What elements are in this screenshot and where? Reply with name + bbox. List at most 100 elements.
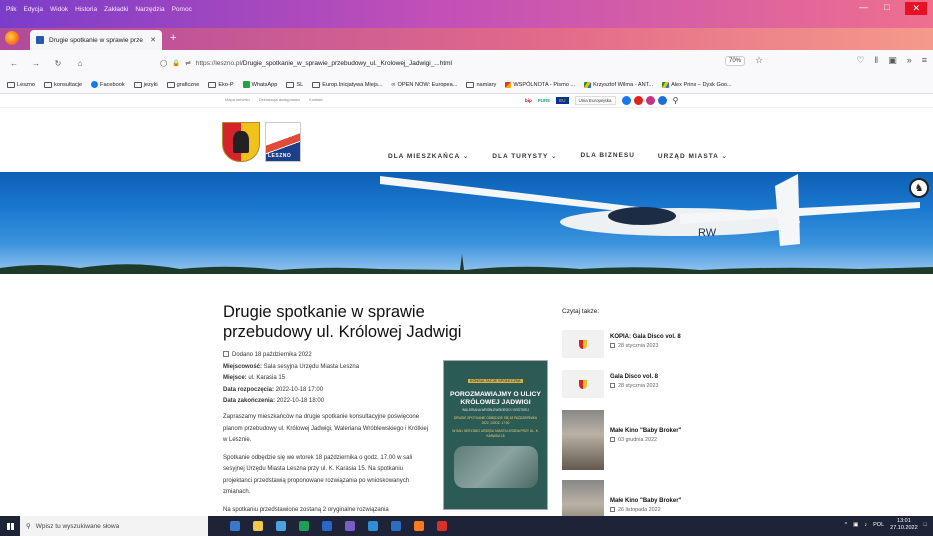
bookmark-open-now[interactable]: ∞ OPEN NOW: Europea... xyxy=(392,82,458,88)
start-button[interactable] xyxy=(0,522,20,530)
bookmark-namiary[interactable]: namiary xyxy=(466,81,496,88)
home-icon[interactable]: ⌂ xyxy=(72,59,88,68)
link-icon: ∞ xyxy=(391,81,396,88)
teams-icon[interactable] xyxy=(345,521,355,531)
nav-dla-turysty[interactable]: DLA TURYSTY ⌄ xyxy=(492,152,557,160)
list-item[interactable]: Małe Kino "Baby Broker" 26 listopada 2022 xyxy=(562,480,732,516)
menu-pomoc[interactable]: Pomoc xyxy=(172,6,192,13)
sidebar-icon[interactable]: ▣ xyxy=(888,55,897,66)
menu-historia[interactable]: Historia xyxy=(75,6,97,13)
forward-icon[interactable]: → xyxy=(28,59,44,68)
taskbar-search[interactable]: ⚲ Wpisz tu wyszukiwane słowa xyxy=(20,516,208,536)
shield-icon[interactable]: ◯ xyxy=(160,59,167,67)
meta-start: Data rozpoczęcia: 2022-10-18 17:00 xyxy=(223,386,324,393)
calendar-icon xyxy=(610,383,615,389)
link-accessibility[interactable]: Deklaracja dostępności xyxy=(259,97,300,102)
clock[interactable]: 13:01 27.10.2022 xyxy=(890,518,918,532)
bookmark-whatsapp[interactable]: WhatsApp xyxy=(242,81,277,88)
poster-headline: POROZMAWIAJMY O ULICY KRÓLOWEJ JADWIGI xyxy=(450,391,541,406)
bookmark-leszno[interactable]: Leszno xyxy=(7,81,35,88)
event-poster[interactable]: KONSULTACJE SPOŁECZNE POROZMAWIAJMY O UL… xyxy=(443,360,548,510)
volume-icon[interactable]: ♪ xyxy=(864,522,867,528)
tab-active[interactable]: Drugie spotkanie w sprawie prze ✕ xyxy=(30,30,162,50)
bip-logo[interactable]: bip xyxy=(525,98,532,103)
title-bar: Plik Edycja Widok Historia Zakładki Narz… xyxy=(0,0,933,28)
language-indicator[interactable]: POL xyxy=(873,522,884,528)
close-icon[interactable]: ✕ xyxy=(905,2,927,15)
hamburger-menu-icon[interactable]: ≡ xyxy=(922,55,927,66)
facebook-icon[interactable] xyxy=(621,96,631,105)
youtube-icon[interactable] xyxy=(633,96,643,105)
toolbar-right: ♡ ‖ ▣ » ≡ xyxy=(856,55,927,66)
bookmark-facebook[interactable]: Facebook xyxy=(91,81,125,88)
url-bar[interactable]: ◯ 🔒 ⇌ https://leszno.pl/Drugie_spotkanie… xyxy=(160,54,780,72)
bookmark-konsultacje[interactable]: konsultacje xyxy=(44,81,82,88)
bookmark-eko-p[interactable]: Eko-P xyxy=(208,81,234,88)
tray-chevron-icon[interactable]: ^ xyxy=(845,522,848,528)
new-tab-icon[interactable]: + xyxy=(170,32,176,44)
notifications-icon[interactable]: □ xyxy=(924,522,927,528)
task-view-icon[interactable] xyxy=(230,521,240,531)
menu-plik[interactable]: Plik xyxy=(6,6,16,13)
folder-icon xyxy=(466,81,475,88)
lock-icon[interactable]: 🔒 xyxy=(172,59,180,67)
edge-icon[interactable] xyxy=(276,521,286,531)
pocket-icon[interactable]: ♡ xyxy=(856,55,864,66)
bookmark-krzysztof[interactable]: Krzysztof Wilma - ANT... xyxy=(584,81,653,88)
back-icon[interactable]: ← xyxy=(6,59,22,68)
tab-close-icon[interactable]: ✕ xyxy=(150,36,156,44)
bookmark-graficzne[interactable]: graficzne xyxy=(166,81,199,88)
eu-flag-logo[interactable]: EU xyxy=(556,97,569,104)
folder-icon xyxy=(7,81,15,88)
screen: Plik Edycja Widok Historia Zakładki Narz… xyxy=(0,0,933,536)
word-icon[interactable] xyxy=(322,521,332,531)
menu-widok[interactable]: Widok xyxy=(50,6,68,13)
acrobat-icon[interactable] xyxy=(437,521,447,531)
bookmark-wspolnota[interactable]: WSPÓLNOTA - Pismo ... xyxy=(505,81,575,88)
list-item[interactable]: KOPIA: Gala Disco vol. 8 28 stycznia 2023 xyxy=(562,330,732,358)
bookmark-alex[interactable]: Alex Prins – Dysk Goo... xyxy=(662,81,732,88)
event-meta: Dodano 18 października 2022 Miejscowość:… xyxy=(223,350,433,408)
excel-icon[interactable] xyxy=(299,521,309,531)
leszno-crest-logo[interactable] xyxy=(222,122,260,162)
bookmark-jezyki[interactable]: jezyki xyxy=(133,81,158,88)
bookmark-europ[interactable]: Europ.Inicjatywa Miejs... xyxy=(312,81,383,88)
nav-dla-mieszkanca[interactable]: DLA MIESZKAŃCA ⌄ xyxy=(388,152,469,160)
list-item[interactable]: Małe Kino "Baby Broker" 03 grudnia 2022 xyxy=(562,410,732,470)
leszno-city-logo[interactable]: LESZNO xyxy=(265,122,301,162)
reload-icon[interactable]: ↻ xyxy=(50,59,66,68)
ue-logo[interactable]: Unia Europejska xyxy=(574,96,616,105)
app-icon[interactable] xyxy=(391,521,401,531)
menu-edycja[interactable]: Edycja xyxy=(23,6,43,13)
library-icon[interactable]: ‖ xyxy=(874,55,878,66)
nav-dla-biznesu[interactable]: DLA BIZNESU xyxy=(580,152,634,160)
permissions-icon[interactable]: ⇌ xyxy=(185,59,190,67)
firefox-menu-icon[interactable] xyxy=(5,31,19,45)
instagram-icon[interactable] xyxy=(645,96,655,105)
pure-logo[interactable]: PURE xyxy=(538,98,551,103)
accessibility-icon[interactable]: ♞ xyxy=(909,178,929,198)
zoom-level[interactable]: 70% xyxy=(725,56,746,66)
article-title: Drugie spotkanie w sprawie przebudowy ul.… xyxy=(223,303,462,341)
paragraph-1: Zapraszamy mieszkańców na drugie spotkan… xyxy=(223,414,429,443)
crest-icon xyxy=(579,379,587,389)
calendar-icon xyxy=(610,437,615,443)
network-icon[interactable]: ▣ xyxy=(853,522,858,528)
link-sitemap[interactable]: Mapa serwisu xyxy=(225,97,250,102)
search-icon[interactable]: ⚲ xyxy=(673,96,679,105)
file-explorer-icon[interactable] xyxy=(253,521,263,531)
menu-zakladki[interactable]: Zakładki xyxy=(104,6,128,13)
menu-narzedzia[interactable]: Narzędzia xyxy=(135,6,164,13)
tiktok-icon[interactable] xyxy=(657,96,667,105)
list-item[interactable]: Gala Disco vol. 8 28 stycznia 2023 xyxy=(562,370,732,398)
firefox-icon[interactable] xyxy=(414,521,424,531)
link-contact[interactable]: Kontakt xyxy=(309,97,323,102)
outlook-icon[interactable] xyxy=(368,521,378,531)
windows-icon xyxy=(6,522,14,530)
bookmark-star-icon[interactable]: ☆ xyxy=(755,55,763,66)
minimize-icon[interactable]: — xyxy=(859,2,868,15)
bookmark-sl[interactable]: SL xyxy=(286,81,303,88)
maximize-icon[interactable]: □ xyxy=(884,2,889,15)
overflow-icon[interactable]: » xyxy=(907,55,912,66)
nav-urzad-miasta[interactable]: URZĄD MIASTA ⌄ xyxy=(658,152,728,160)
